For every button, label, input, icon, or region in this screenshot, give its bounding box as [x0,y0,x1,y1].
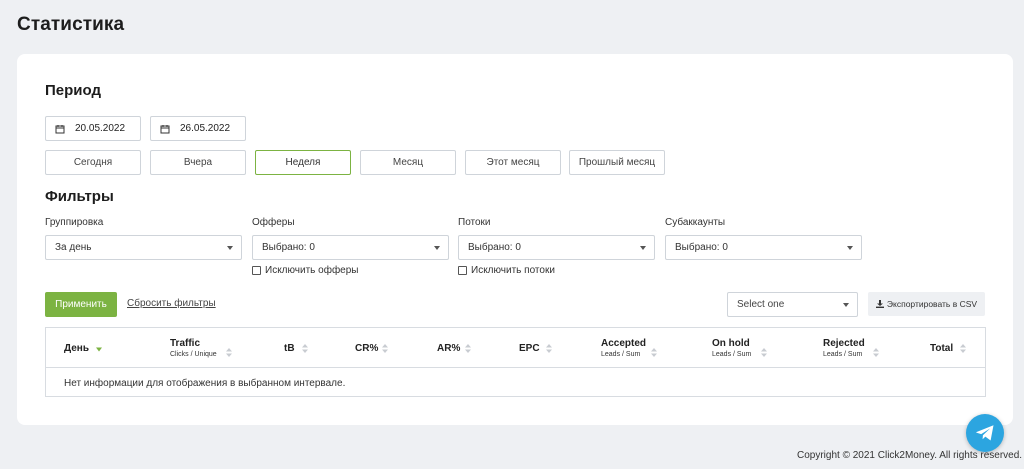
period-today-button[interactable]: Сегодня [45,150,141,175]
sort-icon[interactable] [382,344,388,353]
column-header-ar[interactable]: AR% [437,328,460,368]
telegram-button[interactable] [966,414,1004,452]
period-yesterday-button[interactable]: Вчера [150,150,246,175]
streams-value: Выбрано: 0 [468,242,521,253]
column-header-epc[interactable]: EPC [519,328,540,368]
streams-select[interactable]: Выбрано: 0 [458,235,655,260]
export-csv-button[interactable]: Экспортировать в CSV [868,292,985,316]
exclude-offers-label: Исключить офферы [265,265,359,276]
period-last-month-button[interactable]: Прошлый месяц [569,150,665,175]
period-title: Период [45,82,101,99]
caret-down-icon [227,246,233,250]
streams-label: Потоки [458,217,491,228]
caret-down-icon [843,303,849,307]
sort-icon[interactable] [465,344,471,353]
page-title: Статистика [17,14,125,35]
subaccounts-value: Выбрано: 0 [675,242,728,253]
offers-value: Выбрано: 0 [262,242,315,253]
offers-label: Офферы [252,217,295,228]
column-header-on-hold[interactable]: On hold Leads / Sum [712,328,751,368]
column-header-day[interactable]: День [64,328,89,368]
date-from-input[interactable]: 20.05.2022 [45,116,141,141]
telegram-icon [976,425,994,441]
column-sublabel: Leads / Sum [712,351,752,358]
reset-filters-link[interactable]: Сбросить фильтры [127,298,216,309]
date-to-input[interactable]: 26.05.2022 [150,116,246,141]
column-label: Accepted [601,338,647,349]
exclude-streams-checkbox[interactable]: Исключить потоки [458,265,555,276]
grouping-select[interactable]: За день [45,235,242,260]
subaccounts-label: Субаккаунты [665,217,726,228]
column-header-tb[interactable]: tB [284,328,295,368]
column-label: Traffic [170,338,201,349]
period-month-button[interactable]: Месяц [360,150,456,175]
download-icon [875,300,884,308]
column-sublabel: Leads / Sum [601,351,641,358]
column-header-cr[interactable]: CR% [355,328,378,368]
subaccounts-select[interactable]: Выбрано: 0 [665,235,862,260]
caret-down-icon [640,246,646,250]
statistics-table: День Traffic Clicks / Unique tB CR% AR% … [45,327,986,397]
column-sublabel: Leads / Sum [823,351,863,358]
column-header-accepted[interactable]: Accepted Leads / Sum [601,328,646,368]
exclude-streams-label: Исключить потоки [471,265,555,276]
grouping-label: Группировка [45,217,104,228]
sort-icon[interactable] [651,348,657,357]
sort-icon[interactable] [546,344,552,353]
export-csv-label: Экспортировать в CSV [886,299,978,309]
sort-icon[interactable] [960,344,966,353]
column-label: Rejected [823,338,865,349]
caret-down-icon [434,246,440,250]
column-label: tB [284,342,295,354]
sort-icon[interactable] [302,344,308,353]
column-label: EPC [519,342,540,354]
sort-icon[interactable] [761,348,767,357]
date-from-value: 20.05.2022 [75,123,126,134]
column-label: День [64,342,89,354]
calendar-icon [55,124,65,133]
table-header: День Traffic Clicks / Unique tB CR% AR% … [46,328,985,368]
period-week-button[interactable]: Неделя [255,150,351,175]
column-label: On hold [712,338,750,349]
column-header-total[interactable]: Total [930,328,953,368]
date-to-value: 26.05.2022 [180,123,231,134]
sort-icon[interactable] [226,348,232,357]
apply-button[interactable]: Применить [45,292,117,317]
filters-title: Фильтры [45,188,114,205]
grouping-value: За день [55,242,92,253]
column-sublabel: Clicks / Unique [170,351,217,358]
column-label: AR% [437,342,461,354]
column-header-traffic[interactable]: Traffic Clicks / Unique [170,328,217,368]
column-label: CR% [355,342,379,354]
period-this-month-button[interactable]: Этот месяц [465,150,561,175]
sort-icon[interactable] [873,348,879,357]
column-header-rejected[interactable]: Rejected Leads / Sum [823,328,865,368]
caret-down-icon [847,246,853,250]
checkbox-box[interactable] [458,266,467,275]
export-select-value: Select one [737,299,785,310]
column-label: Total [930,342,954,354]
export-format-select[interactable]: Select one [727,292,858,317]
sort-desc-active-icon[interactable] [96,345,102,354]
exclude-offers-checkbox[interactable]: Исключить офферы [252,265,358,276]
offers-select[interactable]: Выбрано: 0 [252,235,449,260]
checkbox-box[interactable] [252,266,261,275]
calendar-icon [160,124,170,133]
statistics-card: Период 20.05.2022 26.05.2022 Сегодня Вче… [17,54,1013,425]
empty-table-message: Нет информации для отображения в выбранн… [64,378,346,389]
